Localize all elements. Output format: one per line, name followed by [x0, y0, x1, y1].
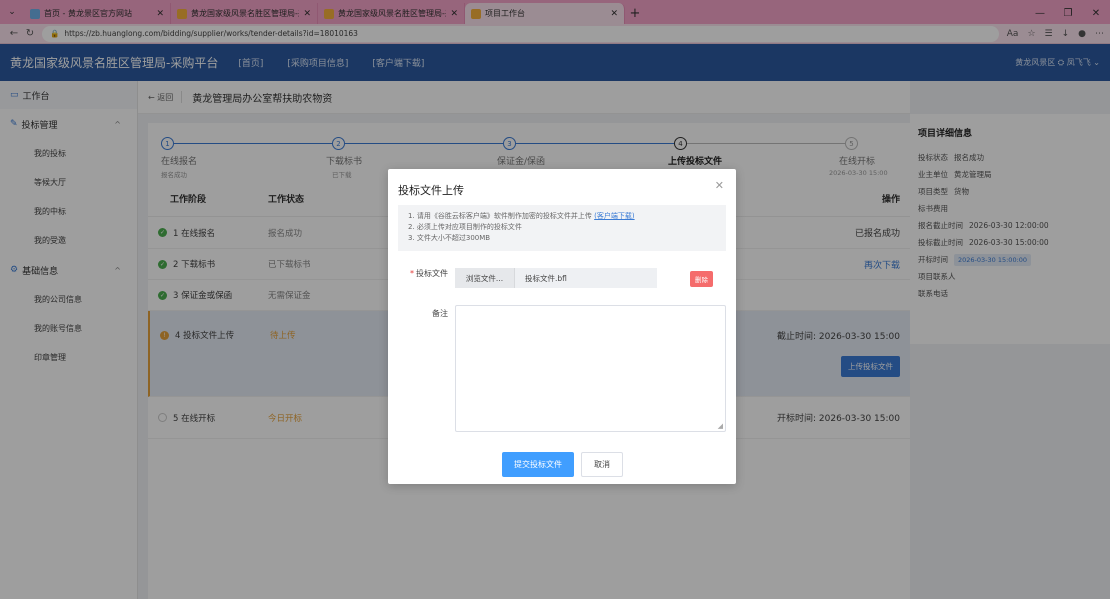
memo-label: 备注 [432, 309, 448, 318]
close-icon[interactable]: ✕ [715, 179, 724, 192]
upload-instructions: 1. 请用《谷胜云标客户端》软件制作加密的投标文件并上传 (客户端下载) 2. … [398, 205, 726, 251]
file-label: * 投标文件 [410, 269, 448, 278]
selected-filename: 投标文件.bfl [525, 273, 567, 283]
resize-handle-icon[interactable]: ◢ [718, 422, 723, 430]
dialog-title: 投标文件上传 [398, 184, 464, 197]
upload-dialog: 投标文件上传 ✕ 1. 请用《谷胜云标客户端》软件制作加密的投标文件并上传 (客… [388, 169, 736, 484]
delete-file-button[interactable]: 删除 [690, 271, 713, 287]
submit-bid-file-button[interactable]: 提交投标文件 [502, 452, 574, 477]
client-download-link[interactable]: (客户端下载) [594, 212, 634, 220]
memo-textarea[interactable]: ◢ [455, 305, 726, 432]
file-picker: 浏览文件... 投标文件.bfl [455, 268, 657, 288]
cancel-button[interactable]: 取消 [581, 452, 623, 477]
browse-file-button[interactable]: 浏览文件... [455, 268, 515, 288]
